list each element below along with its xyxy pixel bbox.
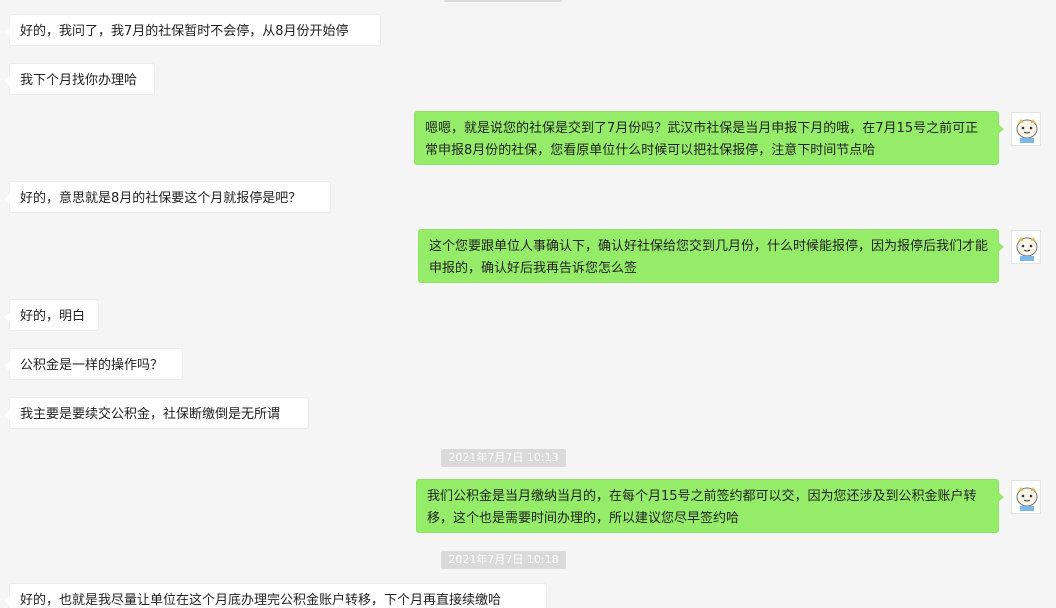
cartoon-avatar-icon xyxy=(1012,481,1040,513)
message-bubble-incoming[interactable]: 公积金是一样的操作吗？ xyxy=(4,348,183,380)
message-bubble-incoming[interactable]: 好的，我问了，我7月的社保暂时不会停，从8月份开始停 xyxy=(4,14,381,46)
cartoon-avatar-icon xyxy=(1012,113,1040,145)
self-avatar[interactable] xyxy=(1011,230,1041,264)
message-bubble-outgoing[interactable]: 我们公积金是当月缴纳当月的，在每个月15号之前签约都可以交，因为您还涉及到公积金… xyxy=(416,479,1004,533)
timestamp-partial xyxy=(444,0,562,2)
message-bubble-incoming[interactable]: 好的，也就是我尽量让单位在这个月底办理完公积金账户转移，下个月再直接续缴哈 xyxy=(4,583,547,608)
message-timestamp: 2021年7月7日 10:18 xyxy=(441,551,566,569)
message-bubble-outgoing[interactable]: 嗯嗯，就是说您的社保是交到了7月份吗？武汉市社保是当月申报下月的哦，在7月15号… xyxy=(414,111,1004,165)
message-timestamp: 2021年7月7日 10:13 xyxy=(441,449,566,467)
message-bubble-incoming[interactable]: 我下个月找你办理哈 xyxy=(4,63,155,95)
cartoon-avatar-icon xyxy=(1012,231,1040,263)
message-bubble-incoming[interactable]: 好的，意思就是8月的社保要这个月就报停是吧？ xyxy=(4,181,331,213)
message-bubble-incoming[interactable]: 我主要是要续交公积金，社保断缴倒是无所谓 xyxy=(4,397,309,429)
message-bubble-incoming[interactable]: 好的，明白 xyxy=(4,299,99,331)
self-avatar[interactable] xyxy=(1011,480,1041,514)
message-bubble-outgoing[interactable]: 这个您要跟单位人事确认下，确认好社保给您交到几月份，什么时候能报停，因为报停后我… xyxy=(418,229,1004,283)
chat-message-list[interactable]: 好的，我问了，我7月的社保暂时不会停，从8月份开始停 我下个月找你办理哈 嗯嗯，… xyxy=(0,0,1056,608)
self-avatar[interactable] xyxy=(1011,112,1041,146)
